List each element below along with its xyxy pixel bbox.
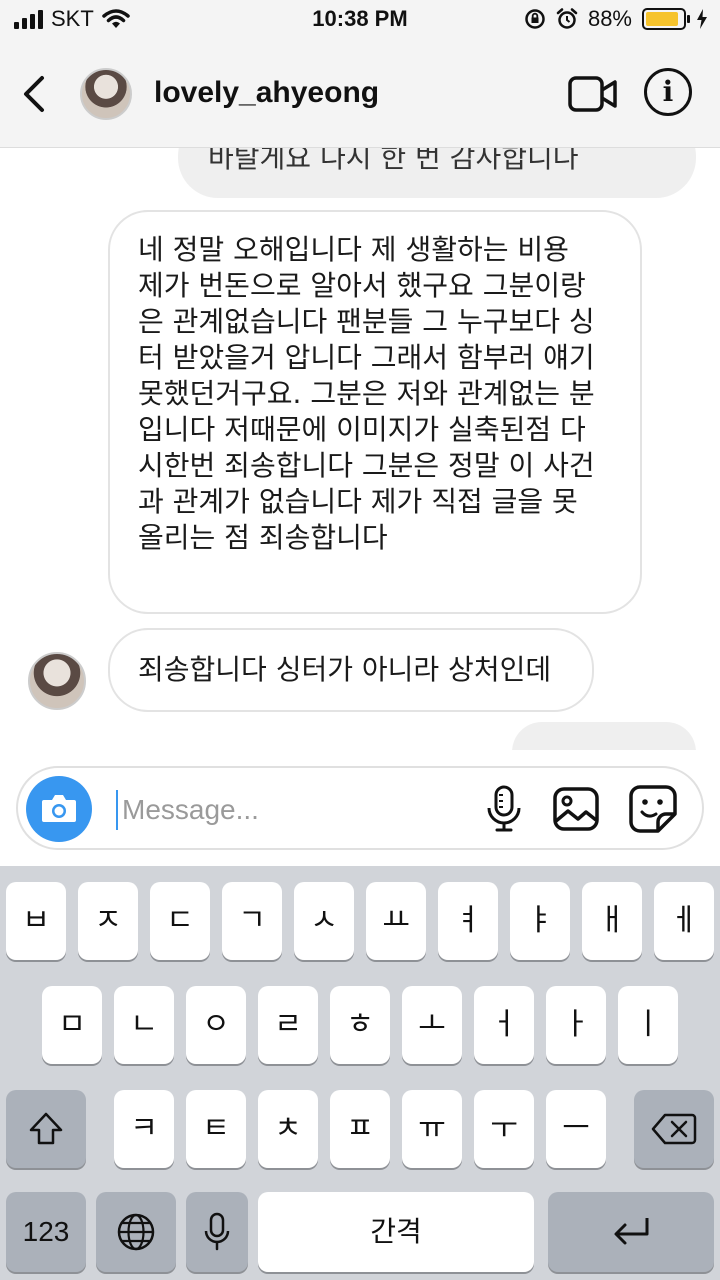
video-camera-icon — [568, 76, 617, 112]
key[interactable]: ㅁ — [42, 986, 102, 1064]
sender-avatar[interactable] — [28, 652, 86, 710]
message-line: 과 관계가 없습니다 제가 직접 글을 못 — [138, 485, 578, 518]
message-line: 터 받았을거 압니다 그래서 함부러 얘기 — [138, 341, 595, 374]
shift-icon — [29, 1112, 63, 1145]
camera-icon — [42, 795, 76, 822]
info-icon: i — [662, 75, 674, 108]
key[interactable]: ㄷ — [150, 882, 210, 960]
key[interactable]: ㅡ — [546, 1090, 606, 1168]
sticker-icon — [629, 785, 677, 833]
message-composer — [16, 766, 704, 850]
shift-key[interactable] — [6, 1090, 86, 1168]
gallery-icon — [553, 787, 599, 831]
message-bubble-sent[interactable]: 바탈게요 다시 한 번 감사합니다 — [178, 148, 696, 198]
status-bar: SKT 10:38 PM 88% — [0, 0, 720, 40]
dictation-key[interactable] — [186, 1192, 248, 1272]
key[interactable]: ㅌ — [186, 1090, 246, 1168]
key[interactable]: ㅈ — [78, 882, 138, 960]
message-bubble-received[interactable]: 죄송합니다 싱터가 아니라 상처인데 — [108, 628, 594, 712]
key[interactable]: ㅓ — [474, 986, 534, 1064]
key[interactable]: ㅂ — [6, 882, 66, 960]
globe-icon — [117, 1213, 155, 1251]
key[interactable]: ㄴ — [114, 986, 174, 1064]
key[interactable]: ㅅ — [294, 882, 354, 960]
microphone-icon — [487, 785, 521, 832]
chat-username[interactable]: lovely_ahyeong — [154, 76, 379, 110]
charging-icon — [697, 9, 707, 29]
key[interactable]: ㅠ — [402, 1090, 462, 1168]
voice-message-button[interactable] — [484, 784, 524, 834]
message-line: 시한번 죄송합니다 그분은 정말 이 사건 — [138, 449, 595, 482]
video-call-button[interactable] — [568, 74, 618, 114]
key[interactable]: ㅗ — [402, 986, 462, 1064]
chat-header: lovely_ahyeong i — [0, 40, 720, 148]
key[interactable]: ㄹ — [258, 986, 318, 1064]
info-button[interactable]: i — [644, 68, 692, 116]
key[interactable]: ㄱ — [222, 882, 282, 960]
key[interactable]: ㅜ — [474, 1090, 534, 1168]
message-text: 죄송합니다 싱터가 아니라 상처인데 — [138, 653, 552, 686]
alarm-icon — [556, 8, 578, 29]
message-bubble-received[interactable]: 네 정말 오해입니다 제 생활하는 비용 제가 번돈으로 알아서 했구요 그분이… — [108, 210, 642, 614]
key[interactable]: ㅍ — [330, 1090, 390, 1168]
key[interactable]: ㅇ — [186, 986, 246, 1064]
key[interactable]: ㅑ — [510, 882, 570, 960]
battery-icon — [642, 8, 690, 30]
space-key[interactable]: 간격 — [258, 1192, 534, 1272]
sticker-button[interactable] — [628, 784, 678, 834]
key[interactable]: ㅏ — [546, 986, 606, 1064]
message-thread[interactable]: 바탈게요 다시 한 번 감사합니다 네 정말 오해입니다 제 생활하는 비용 제… — [0, 148, 720, 750]
key[interactable]: ㅕ — [438, 882, 498, 960]
key[interactable]: ㅋ — [114, 1090, 174, 1168]
key[interactable]: ㅛ — [366, 882, 426, 960]
keyboard: ㅂ ㅈ ㄷ ㄱ ㅅ ㅛ ㅕ ㅑ ㅐ ㅔ ㅁ ㄴ ㅇ ㄹ ㅎ ㅗ ㅓ ㅏ ㅣ ㅋ … — [0, 866, 720, 1280]
key[interactable]: ㅐ — [582, 882, 642, 960]
back-chevron-icon — [24, 76, 44, 112]
message-line: 올리는 점 죄송합니다 — [138, 521, 388, 554]
message-bubble-sent-partial[interactable] — [512, 722, 696, 750]
return-key[interactable] — [548, 1192, 714, 1272]
message-line: 제가 번돈으로 알아서 했구요 그분이랑 — [138, 269, 586, 302]
delete-key[interactable] — [634, 1090, 714, 1168]
globe-key[interactable] — [96, 1192, 176, 1272]
numbers-key[interactable]: 123 — [6, 1192, 86, 1272]
key[interactable]: ㅣ — [618, 986, 678, 1064]
message-line: 네 정말 오해입니다 제 생활하는 비용 — [138, 233, 569, 266]
camera-button[interactable] — [26, 776, 92, 842]
back-button[interactable] — [14, 70, 54, 118]
avatar[interactable] — [80, 68, 132, 120]
battery-percent: 88% — [587, 6, 632, 31]
message-text: 바탈게요 다시 한 번 감사합니다 — [208, 148, 579, 174]
gallery-button[interactable] — [552, 786, 600, 832]
rotation-lock-icon — [525, 9, 545, 29]
message-line: 못했던거구요. 그분은 저와 관계없는 분 — [138, 377, 595, 410]
key[interactable]: ㅊ — [258, 1090, 318, 1168]
return-icon — [614, 1218, 649, 1245]
keyboard-mic-icon — [204, 1212, 230, 1251]
delete-icon — [651, 1113, 697, 1145]
message-input[interactable] — [116, 790, 456, 830]
message-line: 입니다 저때문에 이미지가 실축된점 다 — [138, 413, 586, 446]
message-line: 은 관계없습니다 팬분들 그 누구보다 싱 — [138, 305, 595, 338]
key[interactable]: ㅔ — [654, 882, 714, 960]
key[interactable]: ㅎ — [330, 986, 390, 1064]
